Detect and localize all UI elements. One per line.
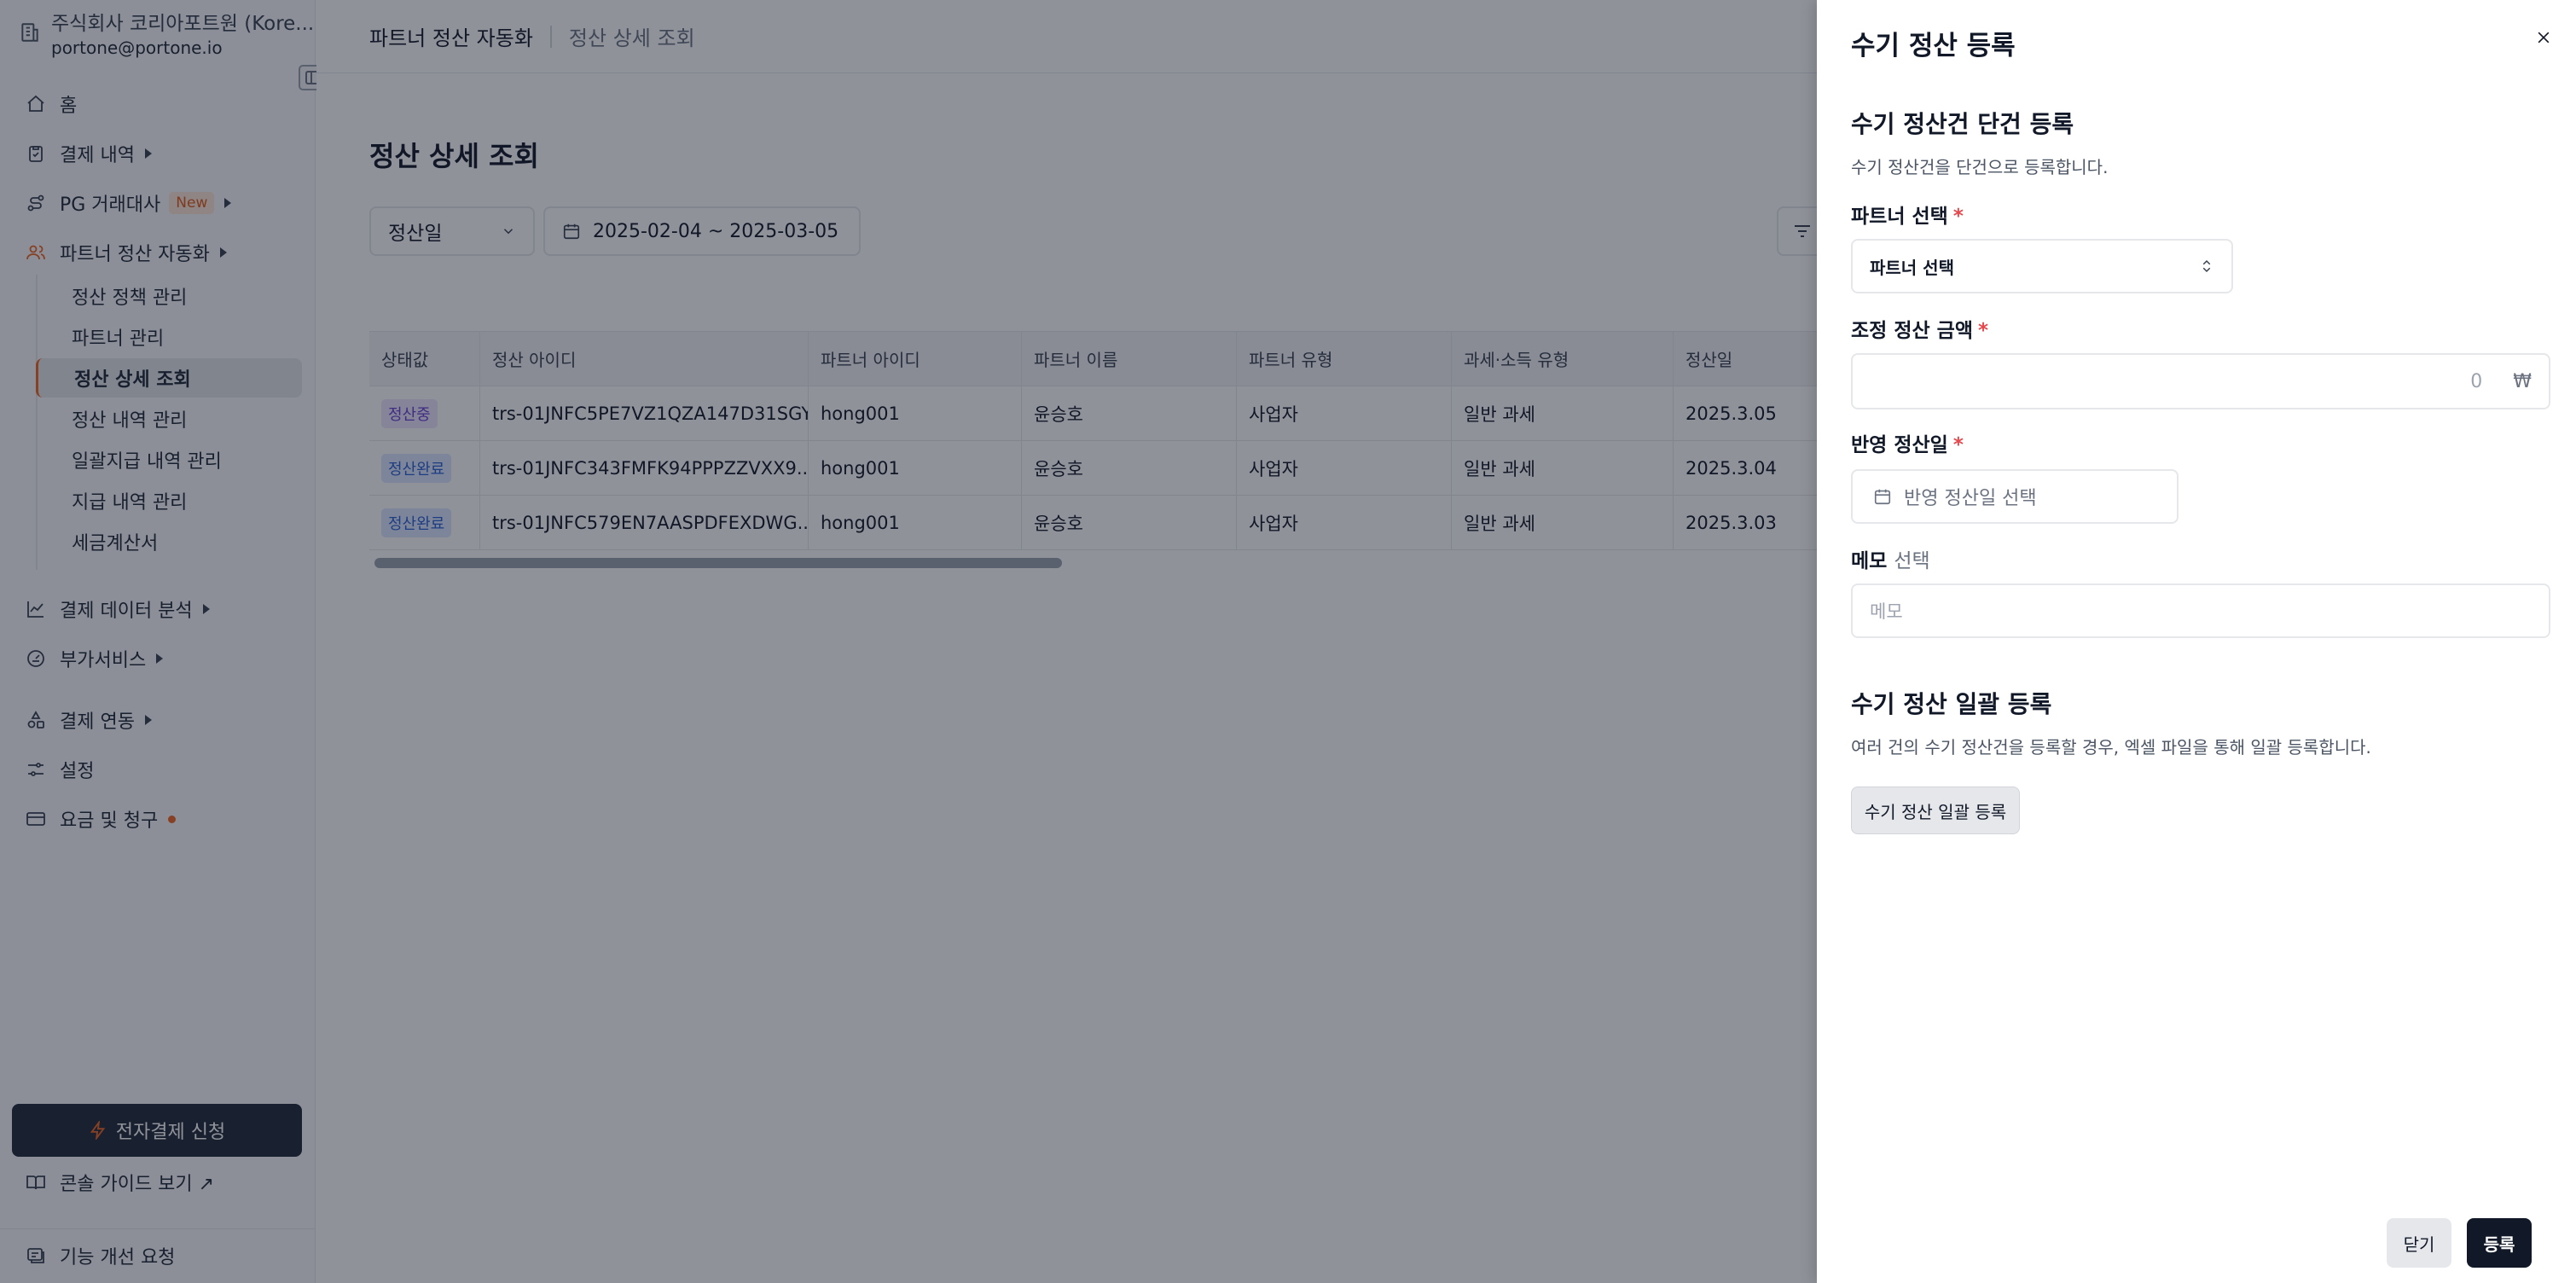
partner-field-label: 파트너 선택 * [1851, 200, 1964, 229]
close-button[interactable] [2530, 24, 2557, 51]
partner-label-text: 파트너 선택 [1851, 206, 1948, 228]
single-section-title: 수기 정산건 단건 등록 [1851, 110, 2074, 138]
date-label-text: 반영 정산일 [1851, 434, 1948, 456]
amount-input[interactable]: 0 ₩ [1851, 353, 2550, 409]
bulk-section-title: 수기 정산 일괄 등록 [1851, 690, 2052, 718]
calendar-icon [1873, 487, 1892, 506]
close-drawer-button[interactable]: 닫기 [2387, 1218, 2451, 1268]
optional-tag: 선택 [1894, 550, 1930, 572]
close-icon [2535, 29, 2552, 46]
drawer-title: 수기 정산 등록 [1851, 31, 2016, 61]
memo-field-label: 메모 선택 [1851, 544, 1930, 573]
bulk-section-desc: 여러 건의 수기 정산건을 등록할 경우, 엑셀 파일을 통해 일괄 등록합니다… [1851, 737, 2371, 758]
partner-select[interactable]: 파트너 선택 [1851, 239, 2233, 293]
bulk-register-button[interactable]: 수기 정산 일괄 등록 [1851, 787, 2020, 834]
date-picker-placeholder: 반영 정산일 선택 [1904, 488, 2037, 509]
amount-label-text: 조정 정산 금액 [1851, 320, 1973, 342]
chevron-up-down-icon [2199, 258, 2214, 275]
required-mark: * [1977, 320, 1989, 342]
partner-select-value: 파트너 선택 [1870, 257, 1954, 278]
currency-unit: ₩ [2513, 370, 2532, 392]
memo-label-text: 메모 [1851, 550, 1888, 572]
submit-button[interactable]: 등록 [2467, 1218, 2532, 1268]
single-section-desc: 수기 정산건을 단건으로 등록합니다. [1851, 157, 2109, 177]
amount-value: 0 [2470, 370, 2483, 392]
memo-placeholder: 메모 [1870, 601, 1903, 622]
required-mark: * [1952, 206, 1964, 228]
memo-input[interactable]: 메모 [1851, 583, 2550, 638]
amount-field-label: 조정 정산 금액 * [1851, 314, 1988, 343]
manual-settlement-drawer: 수기 정산 등록 수기 정산건 단건 등록 수기 정산건을 단건으로 등록합니다… [1817, 0, 2576, 1283]
required-mark: * [1952, 434, 1964, 456]
date-field-label: 반영 정산일 * [1851, 428, 1964, 457]
settlement-date-picker[interactable]: 반영 정산일 선택 [1851, 469, 2179, 524]
